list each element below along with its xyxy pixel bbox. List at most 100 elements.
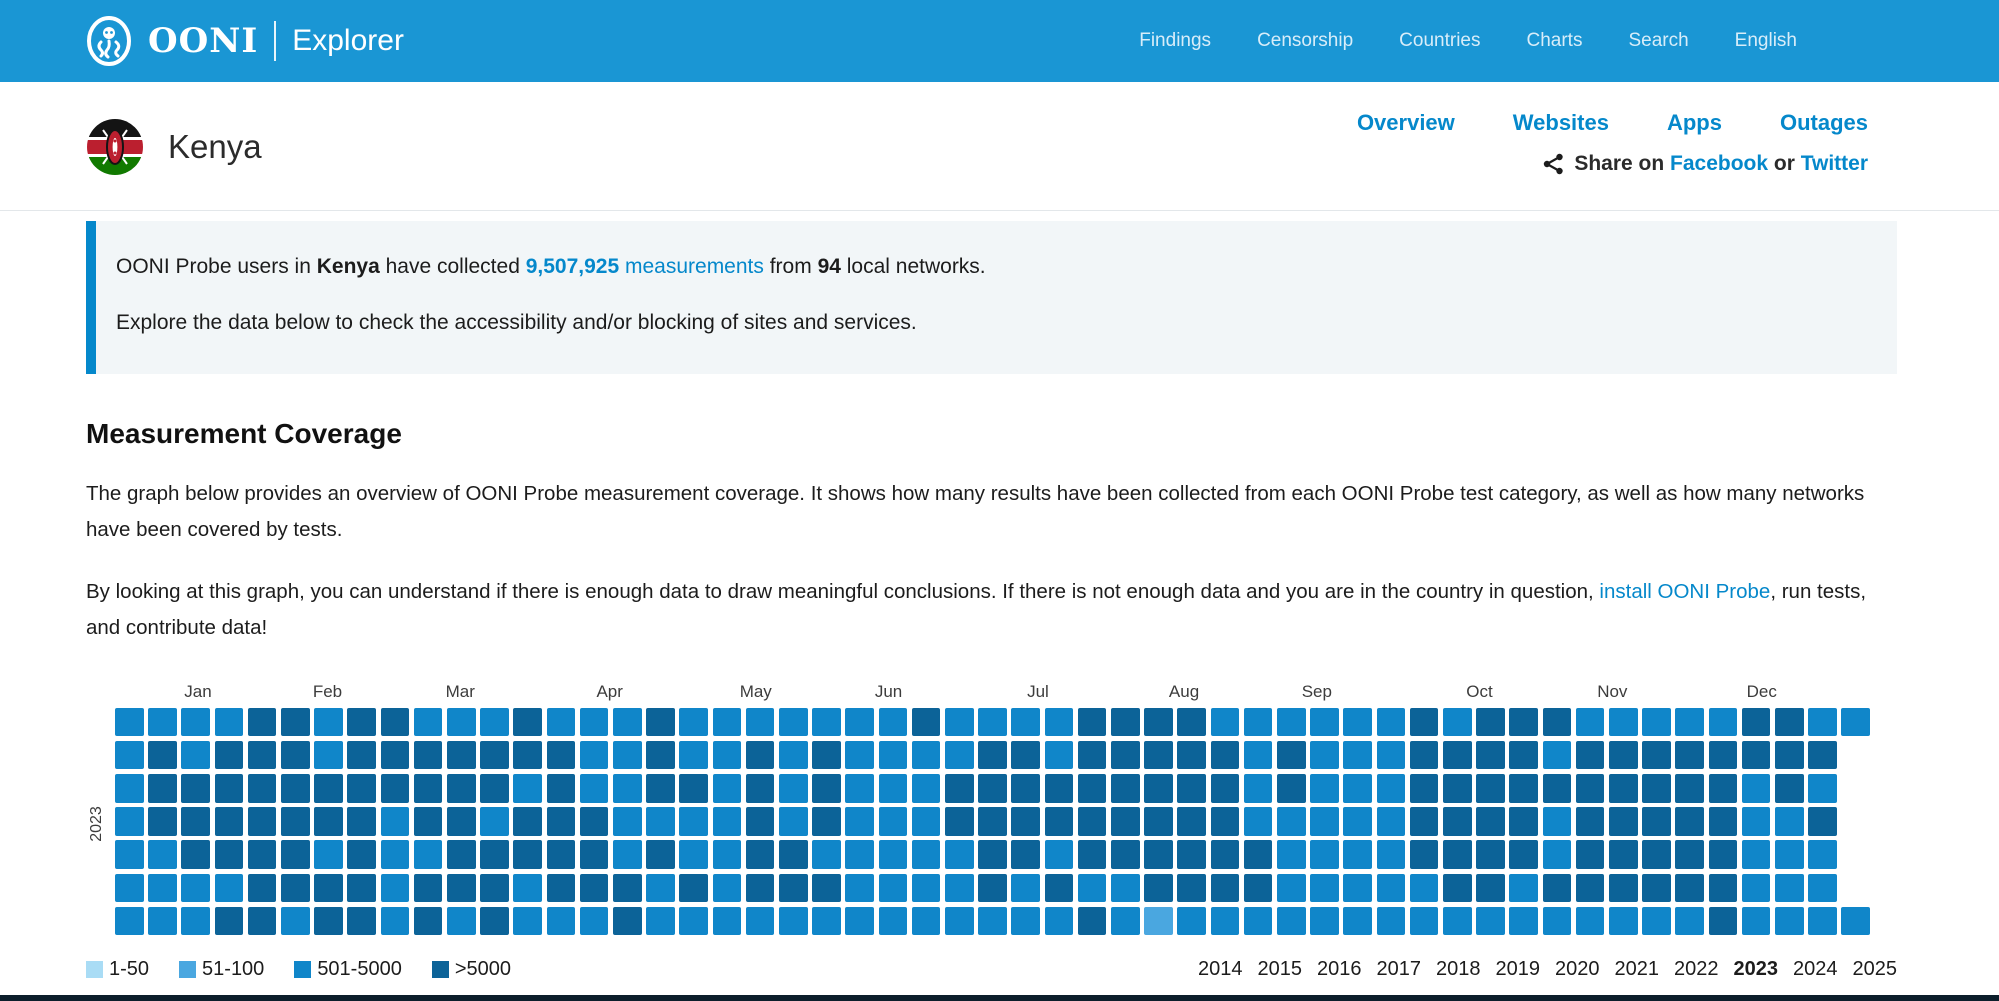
- heatmap-cell[interactable]: [1144, 741, 1173, 770]
- heatmap-cell[interactable]: [1111, 807, 1140, 836]
- heatmap-cell[interactable]: [513, 807, 542, 836]
- heatmap-cell[interactable]: [1841, 907, 1870, 936]
- heatmap-cell[interactable]: [248, 774, 277, 803]
- heatmap-cell[interactable]: [1045, 907, 1074, 936]
- heatmap-cell[interactable]: [181, 874, 210, 903]
- heatmap-cell[interactable]: [1377, 741, 1406, 770]
- heatmap-cell[interactable]: [746, 907, 775, 936]
- heatmap-cell[interactable]: [1775, 874, 1804, 903]
- heatmap-cell[interactable]: [1011, 874, 1040, 903]
- heatmap-cell[interactable]: [1808, 708, 1837, 737]
- heatmap-cell[interactable]: [713, 741, 742, 770]
- heatmap-cell[interactable]: [1177, 874, 1206, 903]
- heatmap-cell[interactable]: [1808, 774, 1837, 803]
- heatmap-cell[interactable]: [1642, 708, 1671, 737]
- heatmap-cell[interactable]: [1410, 874, 1439, 903]
- heatmap-cell[interactable]: [115, 708, 144, 737]
- heatmap-cell[interactable]: [1675, 741, 1704, 770]
- heatmap-cell[interactable]: [1775, 708, 1804, 737]
- heatmap-cell[interactable]: [1576, 741, 1605, 770]
- heatmap-cell[interactable]: [613, 874, 642, 903]
- heatmap-cell[interactable]: [580, 807, 609, 836]
- heatmap-cell[interactable]: [1576, 840, 1605, 869]
- heatmap-cell[interactable]: [1543, 708, 1572, 737]
- tab-apps[interactable]: Apps: [1667, 110, 1722, 136]
- heatmap-cell[interactable]: [1343, 807, 1372, 836]
- heatmap-cell[interactable]: [480, 907, 509, 936]
- heatmap-cell[interactable]: [945, 774, 974, 803]
- heatmap-cell[interactable]: [1244, 741, 1273, 770]
- heatmap-cell[interactable]: [115, 840, 144, 869]
- year-option-2018[interactable]: 2018: [1436, 958, 1481, 981]
- heatmap-cell[interactable]: [779, 774, 808, 803]
- heatmap-cell[interactable]: [879, 840, 908, 869]
- heatmap-cell[interactable]: [381, 907, 410, 936]
- heatmap-cell[interactable]: [1808, 874, 1837, 903]
- heatmap-cell[interactable]: [148, 741, 177, 770]
- heatmap-cell[interactable]: [1111, 874, 1140, 903]
- heatmap-cell[interactable]: [1011, 907, 1040, 936]
- heatmap-cell[interactable]: [513, 708, 542, 737]
- heatmap-cell[interactable]: [879, 874, 908, 903]
- topnav-item-findings[interactable]: Findings: [1139, 30, 1211, 52]
- heatmap-cell[interactable]: [1177, 774, 1206, 803]
- heatmap-cell[interactable]: [1377, 708, 1406, 737]
- heatmap-cell[interactable]: [1675, 708, 1704, 737]
- heatmap-cell[interactable]: [613, 774, 642, 803]
- heatmap-cell[interactable]: [1675, 907, 1704, 936]
- heatmap-cell[interactable]: [580, 741, 609, 770]
- heatmap-cell[interactable]: [746, 741, 775, 770]
- heatmap-cell[interactable]: [779, 807, 808, 836]
- heatmap-cell[interactable]: [1476, 741, 1505, 770]
- share-facebook-link[interactable]: Facebook: [1670, 152, 1768, 175]
- heatmap-cell[interactable]: [1211, 741, 1240, 770]
- heatmap-cell[interactable]: [1310, 708, 1339, 737]
- heatmap-cell[interactable]: [1244, 807, 1273, 836]
- heatmap-cell[interactable]: [1609, 874, 1638, 903]
- heatmap-cell[interactable]: [1078, 708, 1107, 737]
- heatmap-cell[interactable]: [1011, 840, 1040, 869]
- heatmap-cell[interactable]: [978, 741, 1007, 770]
- heatmap-cell[interactable]: [480, 708, 509, 737]
- heatmap-cell[interactable]: [1443, 807, 1472, 836]
- install-ooni-probe-link[interactable]: install OONI Probe: [1599, 580, 1770, 603]
- heatmap-cell[interactable]: [713, 774, 742, 803]
- heatmap-cell[interactable]: [447, 807, 476, 836]
- heatmap-cell[interactable]: [713, 840, 742, 869]
- heatmap-cell[interactable]: [215, 840, 244, 869]
- year-option-2015[interactable]: 2015: [1258, 958, 1303, 981]
- heatmap-cell[interactable]: [580, 874, 609, 903]
- topnav-item-charts[interactable]: Charts: [1527, 30, 1583, 52]
- heatmap-cell[interactable]: [181, 708, 210, 737]
- heatmap-cell[interactable]: [148, 708, 177, 737]
- heatmap-cell[interactable]: [1509, 741, 1538, 770]
- heatmap-cell[interactable]: [314, 741, 343, 770]
- heatmap-cell[interactable]: [547, 874, 576, 903]
- heatmap-cell[interactable]: [1576, 774, 1605, 803]
- tab-outages[interactable]: Outages: [1780, 110, 1868, 136]
- topnav-item-countries[interactable]: Countries: [1399, 30, 1480, 52]
- heatmap-cell[interactable]: [1111, 840, 1140, 869]
- heatmap-cell[interactable]: [679, 874, 708, 903]
- heatmap-cell[interactable]: [414, 741, 443, 770]
- heatmap-cell[interactable]: [845, 907, 874, 936]
- heatmap-cell[interactable]: [281, 874, 310, 903]
- heatmap-cell[interactable]: [1742, 874, 1771, 903]
- heatmap-cell[interactable]: [845, 741, 874, 770]
- heatmap-cell[interactable]: [613, 840, 642, 869]
- heatmap-cell[interactable]: [148, 774, 177, 803]
- heatmap-cell[interactable]: [1111, 708, 1140, 737]
- heatmap-cell[interactable]: [679, 708, 708, 737]
- heatmap-cell[interactable]: [1543, 840, 1572, 869]
- heatmap-cell[interactable]: [347, 741, 376, 770]
- heatmap-cell[interactable]: [148, 840, 177, 869]
- heatmap-cell[interactable]: [1841, 708, 1870, 737]
- heatmap-cell[interactable]: [281, 807, 310, 836]
- heatmap-cell[interactable]: [1244, 774, 1273, 803]
- heatmap-cell[interactable]: [879, 708, 908, 737]
- heatmap-cell[interactable]: [679, 807, 708, 836]
- heatmap-cell[interactable]: [1709, 741, 1738, 770]
- heatmap-cell[interactable]: [1244, 907, 1273, 936]
- heatmap-cell[interactable]: [1377, 774, 1406, 803]
- heatmap-cell[interactable]: [1277, 774, 1306, 803]
